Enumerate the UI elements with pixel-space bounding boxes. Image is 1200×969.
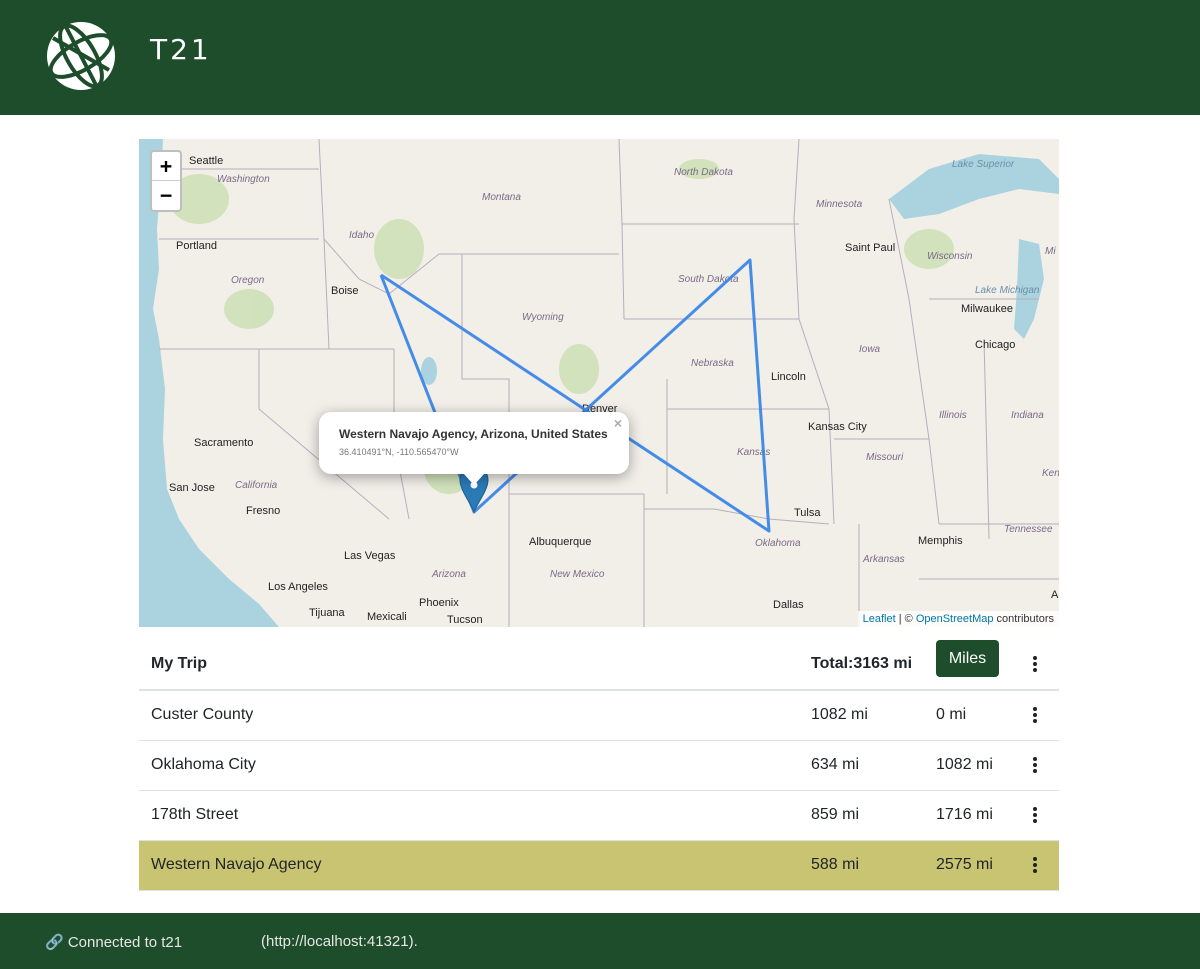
svg-text:Saint Paul: Saint Paul: [845, 242, 895, 254]
map-tiles[interactable]: Washington Oregon Idaho Montana Wyoming …: [139, 139, 1059, 627]
svg-text:Kansas City: Kansas City: [808, 421, 867, 433]
svg-text:Montana: Montana: [482, 192, 521, 203]
popup-coordinates: 36.410491°N, -110.565470°W: [339, 447, 459, 457]
popup-place-name: Western Navajo Agency, Arizona, United S…: [339, 427, 608, 441]
svg-text:Phoenix: Phoenix: [419, 597, 459, 609]
trip-table: My Trip Total:3163 mi Miles Custer Count…: [139, 640, 1059, 891]
svg-text:San Jose: San Jose: [169, 482, 215, 494]
place-row[interactable]: Western Navajo Agency 588 mi 2575 mi: [139, 841, 1059, 891]
trip-table-header: My Trip Total:3163 mi Miles: [139, 640, 1059, 691]
svg-text:Nebraska: Nebraska: [691, 358, 734, 369]
svg-text:Wisconsin: Wisconsin: [927, 251, 973, 262]
zoom-out-button[interactable]: −: [152, 181, 180, 210]
svg-text:California: California: [235, 480, 278, 491]
svg-text:Los Angeles: Los Angeles: [268, 581, 328, 593]
location-popup: Western Navajo Agency, Arizona, United S…: [319, 412, 629, 485]
place-row[interactable]: Custer County 1082 mi 0 mi: [139, 691, 1059, 741]
trip-menu-icon[interactable]: [1026, 654, 1044, 676]
svg-text:Milwaukee: Milwaukee: [961, 303, 1013, 315]
popup-close-icon[interactable]: ×: [614, 415, 622, 431]
place-menu-icon[interactable]: [1026, 805, 1044, 827]
place-menu-icon[interactable]: [1026, 855, 1044, 877]
svg-text:Tucson: Tucson: [447, 614, 483, 626]
units-toggle-button[interactable]: Miles: [936, 640, 999, 677]
leg-distance: 859 mi: [811, 806, 860, 823]
leaflet-link[interactable]: Leaflet: [863, 613, 896, 625]
popup-tip: [463, 473, 485, 485]
cumulative-distance: 1716 mi: [936, 806, 993, 823]
place-name: Oklahoma City: [151, 756, 256, 773]
svg-text:Lincoln: Lincoln: [771, 371, 806, 383]
map-label: Washington: [217, 174, 270, 185]
svg-text:Indiana: Indiana: [1011, 410, 1044, 421]
svg-text:Lake Michigan: Lake Michigan: [975, 285, 1040, 296]
svg-text:Lake Superior: Lake Superior: [952, 159, 1015, 170]
server-url: (http://localhost:41321).: [261, 933, 418, 950]
trip-map[interactable]: Washington Oregon Idaho Montana Wyoming …: [139, 139, 1059, 627]
svg-text:Fresno: Fresno: [246, 505, 280, 517]
svg-text:Sacramento: Sacramento: [194, 437, 253, 449]
place-name: 178th Street: [151, 806, 239, 823]
svg-text:Chicago: Chicago: [975, 339, 1015, 351]
svg-text:New Mexico: New Mexico: [550, 569, 605, 580]
svg-text:Tennessee: Tennessee: [1004, 524, 1053, 535]
svg-text:Dallas: Dallas: [773, 599, 804, 611]
zoom-in-button[interactable]: +: [152, 152, 180, 181]
place-row[interactable]: Oklahoma City 634 mi 1082 mi: [139, 741, 1059, 791]
svg-text:North Dakota: North Dakota: [674, 167, 733, 178]
svg-text:Albuquerque: Albuquerque: [529, 536, 591, 548]
leg-distance: 588 mi: [811, 856, 860, 873]
cumulative-distance: 2575 mi: [936, 856, 993, 873]
openstreetmap-link[interactable]: OpenStreetMap: [916, 613, 994, 625]
svg-text:Arizona: Arizona: [431, 569, 466, 580]
svg-text:Boise: Boise: [331, 285, 359, 297]
map-attribution: Leaflet | © OpenStreetMap contributors: [857, 611, 1059, 627]
app-footer: 🔗 Connected to t21 (http://localhost:413…: [0, 913, 1200, 969]
svg-text:Oklahoma: Oklahoma: [755, 538, 801, 549]
place-menu-icon[interactable]: [1026, 755, 1044, 777]
svg-text:Mi: Mi: [1045, 246, 1056, 257]
place-name: Western Navajo Agency: [151, 856, 322, 873]
trip-title: My Trip: [151, 655, 208, 672]
svg-text:Oregon: Oregon: [231, 275, 265, 286]
place-row[interactable]: 178th Street 859 mi 1716 mi: [139, 791, 1059, 841]
app-header: T21: [0, 0, 1200, 115]
svg-text:Illinois: Illinois: [939, 410, 967, 421]
svg-text:Memphis: Memphis: [918, 535, 963, 547]
svg-text:Idaho: Idaho: [349, 230, 374, 241]
trip-total: Total:3163 mi: [811, 655, 913, 672]
place-menu-icon[interactable]: [1026, 705, 1044, 727]
svg-text:Tulsa: Tulsa: [794, 507, 821, 519]
connection-status: 🔗 Connected to t21: [45, 934, 183, 951]
svg-text:Mexicali: Mexicali: [367, 611, 407, 623]
globe-icon[interactable]: [45, 20, 117, 92]
svg-text:Missouri: Missouri: [866, 452, 904, 463]
svg-text:Las Vegas: Las Vegas: [344, 550, 396, 562]
svg-text:Arkansas: Arkansas: [862, 554, 905, 565]
place-name: Custer County: [151, 706, 254, 723]
svg-text:A: A: [1051, 589, 1059, 601]
svg-text:Portland: Portland: [176, 240, 217, 252]
svg-text:Ken: Ken: [1042, 468, 1059, 479]
svg-text:Iowa: Iowa: [859, 344, 881, 355]
cumulative-distance: 0 mi: [936, 706, 967, 723]
app-title: T21: [150, 33, 212, 66]
svg-text:Kansas: Kansas: [737, 447, 770, 458]
zoom-control: + −: [150, 150, 182, 212]
leg-distance: 1082 mi: [811, 706, 868, 723]
leg-distance: 634 mi: [811, 756, 860, 773]
svg-text:Minnesota: Minnesota: [816, 199, 863, 210]
svg-text:Seattle: Seattle: [189, 155, 223, 167]
svg-text:Tijuana: Tijuana: [309, 607, 346, 619]
svg-text:Wyoming: Wyoming: [522, 312, 564, 323]
cumulative-distance: 1082 mi: [936, 756, 993, 773]
